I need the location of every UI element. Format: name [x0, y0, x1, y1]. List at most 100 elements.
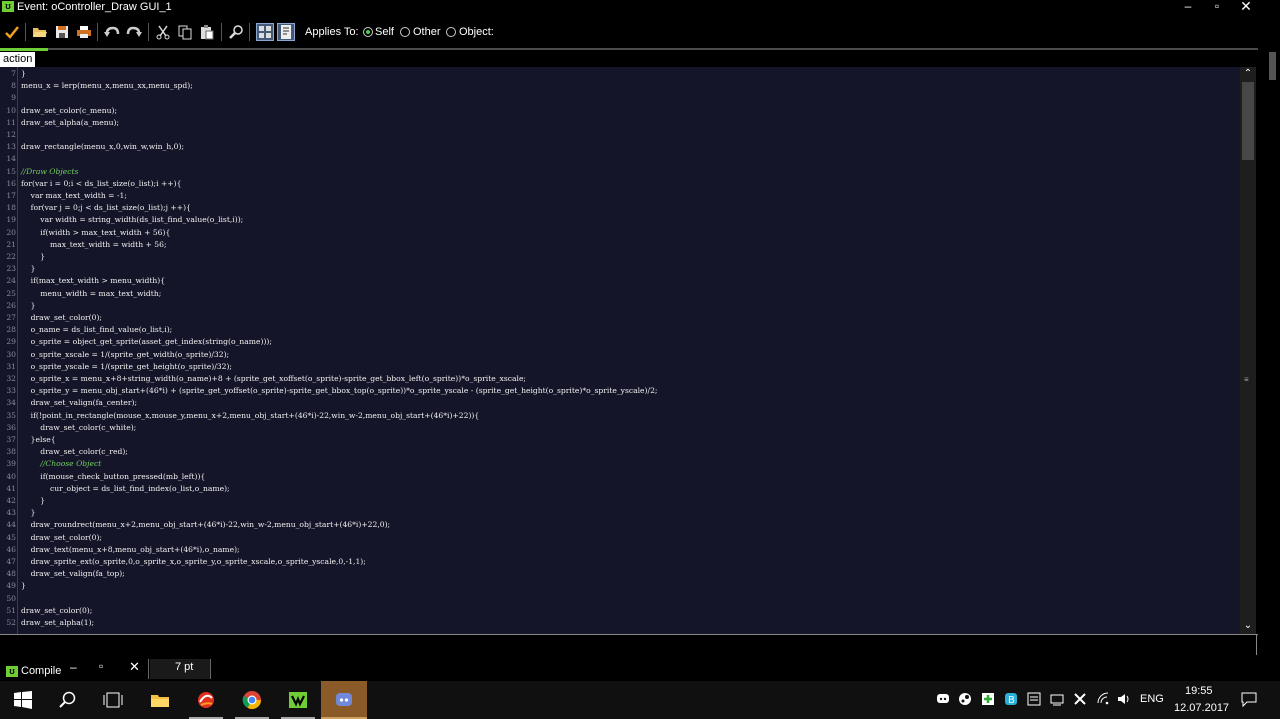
code-line[interactable]: 44 draw_roundrect(menu_x+2,menu_obj_star… — [0, 519, 1240, 531]
code-text[interactable]: draw_set_color(0); — [21, 312, 102, 324]
steam-tray-icon[interactable] — [958, 692, 972, 706]
self-label[interactable]: Self — [375, 26, 394, 38]
code-text[interactable]: if(!point_in_rectangle(mouse_x,mouse_y,m… — [21, 410, 480, 422]
app-icon[interactable] — [183, 681, 229, 719]
notification-icon[interactable] — [1240, 690, 1258, 708]
file-explorer-icon[interactable] — [137, 681, 183, 719]
code-text[interactable]: } — [21, 580, 26, 592]
code-text[interactable]: } — [21, 263, 36, 275]
code-text[interactable]: menu_x = lerp(menu_x,menu_xx,menu_spd); — [21, 80, 193, 92]
code-text[interactable]: if(width > max_text_width + 56){ — [21, 227, 170, 239]
scroll-down-arrow-icon[interactable]: ⌄ — [1242, 620, 1254, 632]
checkmark-icon[interactable] — [4, 24, 20, 40]
search-icon[interactable] — [228, 24, 244, 40]
code-line[interactable]: 21 max_text_width = width + 56; — [0, 239, 1240, 251]
paste-icon[interactable] — [199, 24, 215, 40]
search-icon[interactable] — [45, 681, 91, 719]
outer-scroll-thumb[interactable] — [1269, 52, 1276, 80]
outer-scrollbar[interactable] — [1256, 52, 1280, 652]
code-text[interactable]: draw_set_color(c_menu); — [21, 105, 117, 117]
code-text[interactable]: draw_set_color(c_red); — [21, 446, 128, 458]
code-line[interactable]: 35 if(!point_in_rectangle(mouse_x,mouse_… — [0, 410, 1240, 422]
code-text[interactable]: }else{ — [21, 434, 56, 446]
code-line[interactable]: 31 o_sprite_yscale = 1/(sprite_get_heigh… — [0, 361, 1240, 373]
code-line[interactable]: 12 — [0, 129, 1240, 141]
code-line[interactable]: 32 o_sprite_x = menu_x+8+string_width(o_… — [0, 373, 1240, 385]
code-text[interactable]: } — [21, 68, 26, 80]
windows-start-icon[interactable] — [0, 681, 46, 719]
code-line[interactable]: 17 var max_text_width = -1; — [0, 190, 1240, 202]
code-line[interactable]: 48 draw_set_valign(fa_top); — [0, 568, 1240, 580]
code-line[interactable]: 16 for(var i = 0;i < ds_list_size(o_list)… — [0, 178, 1240, 190]
code-text[interactable]: o_sprite_x = menu_x+8+string_width(o_nam… — [21, 373, 526, 385]
code-line[interactable]: 49} — [0, 580, 1240, 592]
code-text[interactable]: o_sprite_yscale = 1/(sprite_get_height(o… — [21, 361, 232, 373]
code-text[interactable]: draw_sprite_ext(o_sprite,0,o_sprite_x,o_… — [21, 556, 366, 568]
code-text[interactable]: menu_width = max_text_width; — [21, 288, 161, 300]
code-text[interactable]: for(var i = 0;i < ds_list_size(o_list);i… — [21, 178, 181, 190]
copy-icon[interactable] — [177, 24, 193, 40]
code-line[interactable]: 19 var width = string_width(ds_list_find… — [0, 214, 1240, 226]
code-text[interactable]: if(mouse_check_button_pressed(mb_left)){ — [21, 471, 205, 483]
code-line[interactable]: 46 draw_text(menu_x+8,menu_obj_start+(46… — [0, 544, 1240, 556]
panel-maximize-button[interactable]: ▫ — [99, 659, 103, 673]
open-icon[interactable] — [32, 24, 48, 40]
object-label[interactable]: Object: — [459, 26, 494, 38]
code-line[interactable]: 30 o_sprite_xscale = 1/(sprite_get_width… — [0, 349, 1240, 361]
code-line[interactable]: 52 draw_set_alpha(1); — [0, 617, 1240, 629]
xmarkets-tray-icon[interactable] — [1073, 692, 1087, 706]
code-line[interactable]: 47 draw_sprite_ext(o_sprite,0,o_sprite_x… — [0, 556, 1240, 568]
code-text[interactable]: var width = string_width(ds_list_find_va… — [21, 214, 243, 226]
code-text[interactable]: o_sprite = object_get_sprite(asset_get_i… — [21, 336, 272, 348]
code-line[interactable]: 41 cur_object = ds_list_find_index(o_lis… — [0, 483, 1240, 495]
code-line[interactable]: 25 menu_width = max_text_width; — [0, 288, 1240, 300]
code-line[interactable]: 22 } — [0, 251, 1240, 263]
code-text[interactable]: //Choose Object — [21, 458, 101, 470]
code-line[interactable]: 27 draw_set_color(0); — [0, 312, 1240, 324]
code-line[interactable]: 42 } — [0, 495, 1240, 507]
code-line[interactable]: 14 — [0, 153, 1240, 165]
code-line[interactable]: 38 draw_set_color(c_red); — [0, 446, 1240, 458]
task-view-icon[interactable] — [90, 681, 136, 719]
code-text[interactable]: //Draw Objects — [21, 166, 78, 178]
code-line[interactable]: 37 }else{ — [0, 434, 1240, 446]
code-line[interactable]: 51 draw_set_color(0); — [0, 605, 1240, 617]
code-text[interactable]: cur_object = ds_list_find_index(o_list,o… — [21, 483, 230, 495]
code-text[interactable]: draw_set_alpha(1); — [21, 617, 94, 629]
code-text[interactable]: if(max_text_width > menu_width){ — [21, 275, 165, 287]
display-tray-icon[interactable] — [1050, 692, 1064, 706]
code-line[interactable]: 15 //Draw Objects — [0, 166, 1240, 178]
code-text[interactable]: for(var j = 0;j < ds_list_size(o_list);j… — [21, 202, 191, 214]
compile-tab[interactable]: ʊ Compile — [6, 663, 72, 679]
volume-icon[interactable] — [1117, 692, 1131, 706]
code-text[interactable]: draw_set_valign(fa_center); — [21, 397, 137, 409]
code-text[interactable]: draw_set_valign(fa_top); — [21, 568, 125, 580]
code-line[interactable]: 36 draw_set_color(c_white); — [0, 422, 1240, 434]
shield-tray-icon[interactable] — [981, 692, 995, 706]
code-text[interactable]: o_sprite_y = menu_obj_start+(46*i) + (sp… — [21, 385, 658, 397]
code-text[interactable]: draw_set_color(c_white); — [21, 422, 136, 434]
code-text[interactable]: draw_set_color(0); — [21, 532, 102, 544]
clock-date[interactable]: 12.07.2017 — [1174, 702, 1229, 714]
app-tray-icon[interactable]: B — [1004, 692, 1018, 706]
discord-tray-icon[interactable] — [936, 692, 950, 706]
code-line[interactable]: 7} — [0, 68, 1240, 80]
code-text[interactable]: draw_text(menu_x+8,menu_obj_start+(46*i)… — [21, 544, 240, 556]
code-text[interactable]: } — [21, 300, 36, 312]
code-line[interactable]: 50 — [0, 593, 1240, 605]
cut-icon[interactable] — [155, 24, 171, 40]
code-line[interactable]: 18 for(var j = 0;j < ds_list_size(o_list… — [0, 202, 1240, 214]
code-text[interactable]: } — [21, 507, 36, 519]
gamemaker-icon[interactable] — [275, 681, 321, 719]
code-text[interactable]: o_name = ds_list_find_value(o_list,i); — [21, 324, 173, 336]
language-indicator[interactable]: ENG — [1140, 693, 1164, 705]
code-text[interactable]: } — [21, 495, 45, 507]
code-text[interactable]: draw_rectangle(menu_x,0,win_w,win_h,0); — [21, 141, 184, 153]
code-text[interactable]: } — [21, 251, 45, 263]
code-text[interactable]: draw_roundrect(menu_x+2,menu_obj_start+(… — [21, 519, 390, 531]
discord-icon[interactable] — [321, 681, 367, 719]
code-line[interactable]: 9 — [0, 92, 1240, 104]
self-radio[interactable] — [363, 27, 373, 37]
code-line[interactable]: 39 //Choose Object — [0, 458, 1240, 470]
keyboard-tray-icon[interactable] — [1027, 692, 1041, 706]
